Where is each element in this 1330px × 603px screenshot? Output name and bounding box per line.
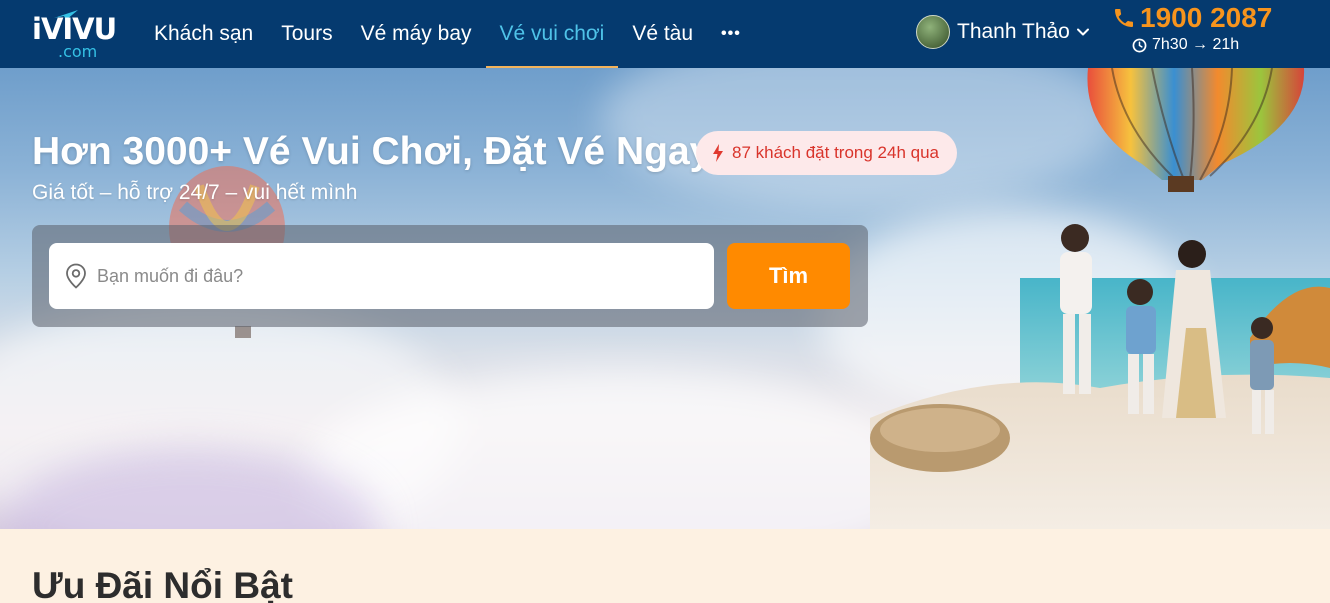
user-menu[interactable]: Thanh Thảo	[916, 14, 1090, 50]
logo-domain: .com	[58, 42, 98, 61]
family-beach-image	[870, 224, 1330, 529]
hero-banner: Hơn 3000+ Vé Vui Chơi, Đặt Vé Ngay 87 kh…	[0, 68, 1330, 529]
nav-item-ve-may-bay[interactable]: Vé máy bay	[347, 0, 486, 68]
badge-text: 87 khách đặt trong 24h qua	[732, 143, 939, 162]
logo-text: iVIVU	[32, 12, 117, 46]
top-header: iVIVU .com Khách sạn Tours Vé máy bay Vé…	[0, 0, 1330, 68]
nav-item-khach-san[interactable]: Khách sạn	[140, 0, 267, 68]
nav-item-ve-vui-choi[interactable]: Vé vui chơi	[485, 0, 619, 68]
nav-item-ve-tau[interactable]: Vé tàu	[618, 0, 707, 68]
hotline-hours: 7h30 → 21h	[1152, 36, 1240, 53]
section-title: Ưu Đãi Nổi Bật	[32, 565, 293, 603]
search-panel: Tìm	[32, 225, 868, 327]
chevron-down-icon	[1076, 28, 1089, 36]
lightning-icon	[713, 144, 723, 162]
destination-search-input[interactable]	[97, 265, 657, 287]
booking-count-badge: 87 khách đặt trong 24h qua	[696, 131, 957, 175]
hero-title: Hơn 3000+ Vé Vui Chơi, Đặt Vé Ngay	[32, 130, 712, 173]
user-name: Thanh Thảo	[957, 20, 1070, 43]
hot-air-balloon-image	[1087, 68, 1305, 192]
phone-icon	[1115, 9, 1133, 27]
nav-item-tours[interactable]: Tours	[267, 0, 346, 68]
hotline-number[interactable]: 1900 2087	[1140, 2, 1272, 34]
main-nav: Khách sạn Tours Vé máy bay Vé vui chơi V…	[140, 0, 755, 68]
user-avatar	[916, 15, 950, 49]
featured-deals-section: Ưu Đãi Nổi Bật	[0, 529, 1330, 603]
ivivu-logo[interactable]: iVIVU .com	[30, 8, 117, 61]
location-pin-icon	[66, 263, 86, 289]
hero-subtitle: Giá tốt – hỗ trợ 24/7 – vui hết mình	[32, 181, 358, 204]
clock-icon	[1132, 38, 1147, 52]
search-button[interactable]: Tìm	[727, 243, 850, 309]
hotline: 1900 2087 7h30 → 21h	[1112, 2, 1322, 64]
nav-more-menu[interactable]: •••	[707, 0, 755, 68]
destination-search-box[interactable]	[49, 243, 714, 309]
